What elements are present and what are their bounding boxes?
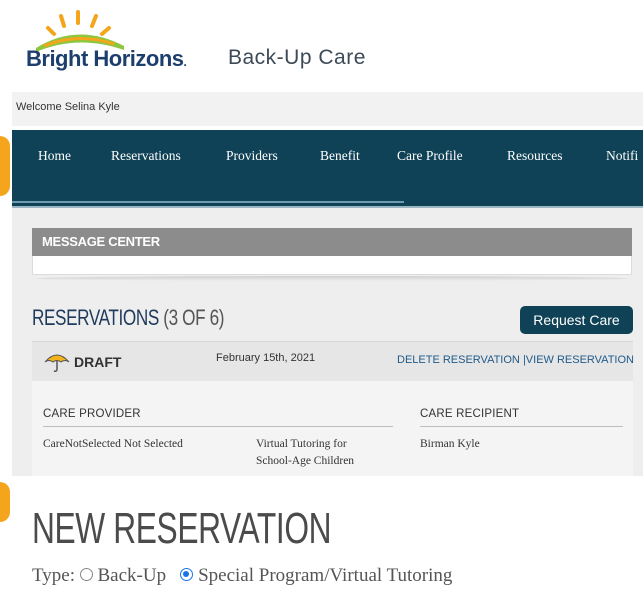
message-center-header: MESSAGE CENTER — [32, 228, 632, 256]
brand-logo-text[interactable]: Bright Horizons. — [26, 46, 187, 72]
new-reservation-title: NEW RESERVATION — [32, 504, 332, 553]
reservations-count: (3 OF 6) — [163, 305, 225, 330]
program-line-2: School-Age Children — [256, 455, 355, 467]
nav-item-benefit[interactable]: Benefit — [320, 148, 360, 164]
recipient-name: Birman Kyle — [420, 438, 480, 450]
view-reservation-link[interactable]: VIEW RESERVATION — [526, 354, 634, 366]
care-provider-header: CARE PROVIDER — [43, 408, 141, 420]
draft-actions: DELETE RESERVATION |VIEW RESERVATION — [397, 354, 634, 366]
provider-header-line — [43, 426, 393, 427]
draft-date: February 15th, 2021 — [216, 352, 316, 364]
nav-item-care-profile[interactable]: Care Profile — [397, 148, 463, 164]
radio-back-up[interactable] — [79, 568, 93, 582]
content-panel: MESSAGE CENTER RESERVATIONS (3 OF 6) Req… — [12, 208, 643, 476]
welcome-bar: Welcome Selina Kyle — [12, 92, 643, 126]
nav-item-home[interactable]: Home — [38, 148, 71, 164]
delete-reservation-link[interactable]: DELETE RESERVATION — [397, 354, 520, 366]
nav-item-resources[interactable]: Resources — [507, 148, 562, 164]
message-center-body — [32, 256, 632, 275]
reservation-details: CARE PROVIDER CARE RECIPIENT CareNotSele… — [32, 381, 633, 476]
program-line-1: Virtual Tutoring for — [256, 438, 347, 450]
nav-item-notifications[interactable]: Notifi — [606, 148, 638, 164]
brand-mark: . — [183, 55, 187, 69]
message-center-title: MESSAGE CENTER — [42, 234, 160, 249]
divider-shadow — [36, 276, 628, 281]
radio-special-program[interactable] — [180, 568, 194, 582]
orange-accent-top — [0, 136, 10, 196]
reservations-title-label: RESERVATIONS — [32, 305, 159, 330]
welcome-text: Welcome Selina Kyle — [16, 101, 120, 113]
type-label: Type: — [32, 565, 75, 586]
care-recipient-header: CARE RECIPIENT — [420, 408, 520, 420]
nav-item-providers[interactable]: Providers — [226, 148, 278, 164]
nav-underline — [12, 201, 404, 203]
option-back-up-label[interactable]: Back-Up — [98, 565, 167, 586]
option-special-program-label[interactable]: Special Program/Virtual Tutoring — [198, 565, 452, 586]
reservation-draft-row: DRAFT February 15th, 2021 DELETE RESERVA… — [32, 341, 634, 382]
request-care-button[interactable]: Request Care — [520, 306, 633, 334]
product-title: Back-Up Care — [228, 46, 366, 69]
umbrella-icon — [44, 354, 70, 372]
nav-item-reservations[interactable]: Reservations — [111, 148, 181, 164]
draft-status: DRAFT — [74, 354, 122, 370]
reservations-title: RESERVATIONS (3 OF 6) — [32, 305, 224, 331]
brand-name: Bright Horizons — [26, 46, 184, 71]
orange-accent-bottom — [0, 482, 10, 522]
reservation-type-row: Type: Back-Up Special Program/Virtual Tu… — [32, 565, 452, 587]
recipient-header-line — [420, 426, 623, 427]
main-nav: Home Reservations Providers Benefit Care… — [12, 130, 643, 209]
provider-name: CareNotSelected Not Selected — [43, 438, 183, 450]
